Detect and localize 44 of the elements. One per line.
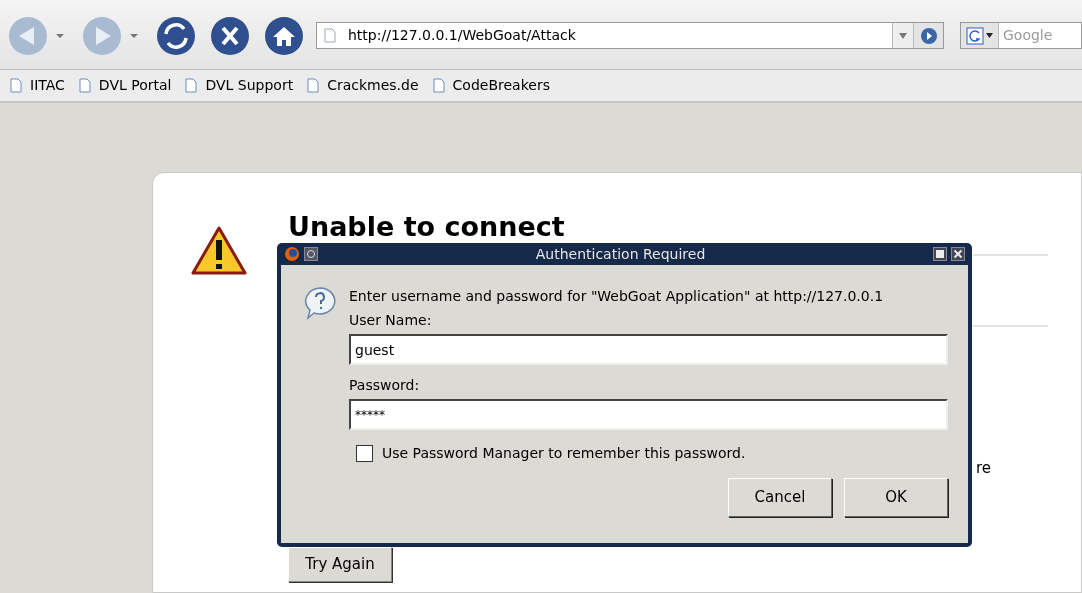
bookmark-link[interactable]: Crackmes.de bbox=[327, 75, 419, 96]
search-placeholder: Google bbox=[1003, 26, 1053, 45]
question-icon bbox=[303, 286, 337, 320]
address-bar[interactable]: http://127.0.0.1/WebGoat/Attack bbox=[316, 22, 944, 49]
dialog-message: Enter username and password for "WebGoat Application" at http://127.0.0.1 bbox=[349, 287, 885, 306]
error-text: re bbox=[976, 458, 992, 479]
checkbox[interactable] bbox=[356, 445, 373, 462]
dropdown-button[interactable] bbox=[892, 23, 913, 48]
username-label: User Name: bbox=[349, 311, 433, 330]
go-button[interactable] bbox=[913, 23, 943, 48]
password-label: Password: bbox=[349, 376, 421, 395]
caret-icon bbox=[986, 33, 993, 38]
checkbox-label: Use Password Manager to remember this password. bbox=[382, 444, 746, 463]
page-icon bbox=[307, 78, 320, 93]
caret-icon[interactable] bbox=[128, 31, 140, 40]
caret-icon[interactable] bbox=[54, 31, 66, 40]
username-field[interactable]: guest bbox=[349, 334, 948, 365]
maximize-icon[interactable] bbox=[933, 247, 947, 261]
bookmark-link[interactable]: DVL Portal bbox=[98, 75, 172, 96]
address-text: http://127.0.0.1/WebGoat/Attack bbox=[348, 26, 577, 45]
g-logo-icon bbox=[966, 26, 984, 45]
dialog-title: Authentication Required bbox=[534, 244, 707, 264]
bookmark-link[interactable]: IITAC bbox=[30, 75, 65, 96]
caret-icon bbox=[898, 32, 908, 39]
error-title: Unable to connect bbox=[288, 211, 565, 243]
close-icon[interactable] bbox=[951, 247, 965, 261]
page-icon bbox=[10, 78, 22, 93]
try-again-button[interactable]: Try Again bbox=[288, 547, 392, 582]
page-icon bbox=[324, 28, 336, 43]
engine-button[interactable] bbox=[961, 23, 999, 48]
page-icon bbox=[432, 78, 445, 93]
dialog-button[interactable]: Cancel bbox=[728, 478, 832, 517]
reload-icon[interactable] bbox=[156, 15, 196, 56]
go-icon bbox=[919, 26, 938, 45]
home-icon[interactable] bbox=[264, 15, 304, 56]
bookmark-link[interactable]: DVL Support bbox=[205, 75, 294, 96]
dialog-button[interactable]: OK bbox=[844, 478, 948, 517]
warning-icon bbox=[191, 226, 247, 276]
window-menu-icon[interactable] bbox=[304, 247, 318, 261]
page-icon bbox=[78, 78, 91, 93]
password-field[interactable]: ***** bbox=[349, 399, 948, 430]
bookmark-link[interactable]: CodeBreakers bbox=[452, 75, 550, 96]
page-icon bbox=[185, 78, 198, 93]
stop-icon[interactable] bbox=[210, 15, 250, 56]
